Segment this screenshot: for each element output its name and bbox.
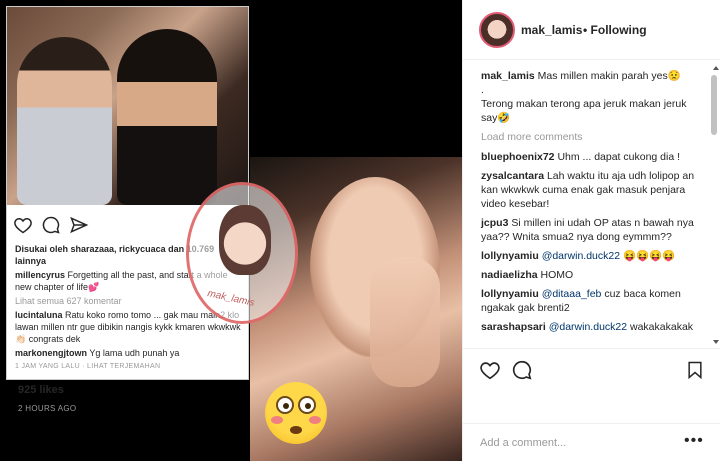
comment-item: jcpu3 Si millen ini udah OP atas n bawah… <box>481 216 703 244</box>
scrollbar-thumb[interactable] <box>711 75 717 135</box>
selfie-hand <box>370 257 440 387</box>
comment-user[interactable]: sarashapsari <box>481 321 546 333</box>
comment-mention[interactable]: @darwin.duck22 <box>549 321 627 333</box>
comment-item: sarashapsari @darwin.duck22 wakakakakak <box>481 320 703 334</box>
scroll-up-arrow[interactable] <box>713 66 719 70</box>
comment-input[interactable] <box>480 434 670 452</box>
comment-text: 😝😝😝😝 <box>620 250 676 262</box>
post-header: mak_lamis • Following <box>463 0 720 60</box>
post-time[interactable]: 2 HOURS AGO <box>18 404 76 413</box>
comment-user[interactable]: lollynyamiu <box>481 288 539 300</box>
photo-person-left <box>17 37 112 205</box>
comment-item: bluephoenix72 Uhm ... dapat cukong dia ! <box>481 150 703 164</box>
comment-item: zysalcantara Lah waktu itu aja udh lolip… <box>481 169 703 211</box>
screenshot-caption-user: millencyrus <box>15 270 66 280</box>
comments-list[interactable]: mak_lamis Mas millen makin parah yes😟. Te… <box>463 61 711 348</box>
screenshot-timestamp: 1 JAM YANG LALU · LIHAT TERJEMAHAN <box>15 363 161 370</box>
avatar[interactable] <box>479 12 515 48</box>
bookmark-icon[interactable] <box>685 359 705 381</box>
screenshot-comment-user: lucintaluna <box>15 310 63 320</box>
comment-text: HOMO <box>540 269 574 281</box>
caption: mak_lamis Mas millen makin parah yes😟. Te… <box>481 69 703 125</box>
comment-text: Uhm ... dapat cukong dia ! <box>557 151 681 163</box>
more-options-icon[interactable]: ••• <box>684 432 704 450</box>
comment-user[interactable]: zysalcantara <box>481 170 544 182</box>
comment-item: lollynyamiu @darwin.duck22 😝😝😝😝 <box>481 249 703 263</box>
heart-icon[interactable] <box>479 359 501 381</box>
screenshot-comment-user: markonengjtown <box>15 348 88 358</box>
screenshot-comment-text: Yg lama udh punah ya <box>89 348 180 358</box>
scroll-down-arrow[interactable] <box>713 340 719 344</box>
comment-text: Si millen ini udah OP atas n bawah nya y… <box>481 217 694 243</box>
comment-user[interactable]: mak_lamis <box>481 70 535 82</box>
comment-text: wakakakakak <box>627 321 694 333</box>
comment-user[interactable]: bluephoenix72 <box>481 151 555 163</box>
post-sidebar: mak_lamis • Following mak_lamis Mas mill… <box>462 0 720 461</box>
comment-icon <box>42 216 60 234</box>
watermark-face <box>219 205 271 275</box>
author-username[interactable]: mak_lamis <box>521 23 582 37</box>
comment-user[interactable]: jcpu3 <box>481 217 508 229</box>
comment-user[interactable]: lollynyamiu <box>481 250 539 262</box>
comment-user[interactable]: nadiaelizha <box>481 269 538 281</box>
watermark-logo: mak_lamis <box>186 182 298 324</box>
heart-icon <box>14 217 32 234</box>
likes-count[interactable]: 925 likes <box>18 384 64 396</box>
share-icon <box>70 216 89 234</box>
comment-mention[interactable]: @darwin.duck22 <box>542 250 620 262</box>
post-actions <box>463 348 720 420</box>
instagram-post-view: Disukai oleh sharazaaa, rickycuaca dan 1… <box>0 0 720 461</box>
screenshot-liked-by: Disukai oleh sharazaaa, rickycuaca dan 1… <box>15 244 215 266</box>
comment-icon[interactable] <box>511 359 533 381</box>
follow-status[interactable]: • Following <box>583 23 647 37</box>
couple-photo <box>7 7 248 205</box>
photo-person-right <box>117 29 217 205</box>
flushed-face-emoji <box>265 382 327 444</box>
load-more-comments[interactable]: Load more comments <box>481 131 711 143</box>
post-media[interactable]: Disukai oleh sharazaaa, rickycuaca dan 1… <box>0 0 462 461</box>
add-comment-bar: ••• <box>462 423 720 461</box>
comment-mention[interactable]: @ditaaa_feb <box>542 288 602 300</box>
comment-item: nadiaelizha HOMO <box>481 268 703 282</box>
comment-item: lollynyamiu @ditaaa_feb cuz baca komen n… <box>481 287 703 315</box>
watermark-text: mak_lamis <box>206 288 256 309</box>
